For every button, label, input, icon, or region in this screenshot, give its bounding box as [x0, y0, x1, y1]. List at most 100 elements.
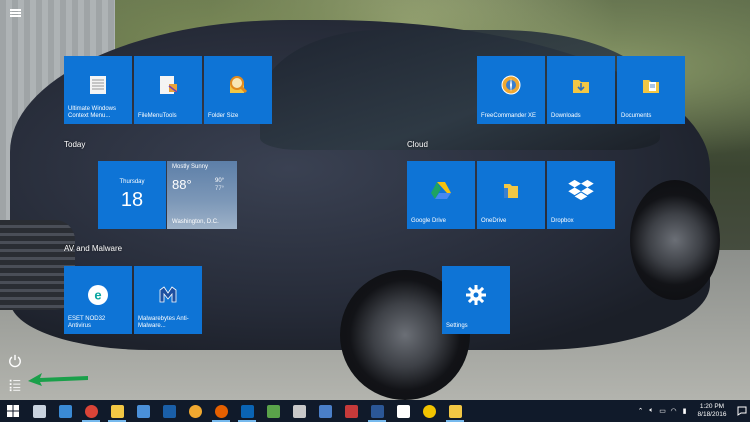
network-icon[interactable]: ▭	[657, 400, 668, 422]
green-arrow-annotation-icon	[28, 373, 88, 386]
system-tray: ⌃ 🔈︎ ▭ ◠ ▮ 1:20 PM 8/18/2016	[635, 400, 750, 422]
weather-condition: Mostly Sunny	[172, 164, 209, 170]
tile-label: Settings	[446, 323, 468, 329]
documents-folder-icon	[643, 79, 659, 93]
settings-icon	[396, 404, 410, 418]
windows-logo-icon	[7, 405, 19, 417]
weather-tile[interactable]: Mostly Sunny 88° 90° 77° Washington, D.C…	[167, 161, 237, 229]
document-list-icon	[90, 75, 106, 94]
tile-label: ESET NOD32 Antivirus	[68, 316, 106, 329]
freecommander-taskbar-button[interactable]	[182, 400, 208, 422]
store-icon	[136, 404, 150, 418]
eset-icon: e	[88, 284, 108, 305]
wifi-icon[interactable]: ◠	[668, 400, 679, 422]
outlook-icon	[240, 404, 254, 418]
notepad-taskbar-button[interactable]	[260, 400, 286, 422]
file-explorer-icon	[110, 404, 124, 418]
outlook-taskbar-button[interactable]	[234, 400, 260, 422]
chrome-icon	[84, 404, 98, 418]
tile-label: OneDrive	[481, 218, 507, 224]
calendar-tile[interactable]: Thursday 18	[98, 161, 166, 229]
tile-malwarebytes[interactable]: Malwarebytes Anti-Malware...	[134, 266, 202, 334]
filemenu-tools-icon	[160, 75, 178, 94]
edge-icon	[162, 404, 176, 418]
tile-label: Malwarebytes Anti-Malware...	[138, 316, 189, 329]
wordpad-icon	[344, 404, 358, 418]
tile-label: Folder Size	[208, 113, 239, 119]
control-panel-icon	[58, 404, 72, 418]
store-taskbar-button[interactable]	[130, 400, 156, 422]
tile-calendar-weather[interactable]: Thursday 18 Mostly Sunny 88° 90° 77° Was…	[98, 161, 237, 229]
tile-documents[interactable]: Documents	[617, 56, 685, 124]
tile-onedrive[interactable]: OneDrive	[477, 161, 545, 229]
action-center-flag-icon[interactable]: ▮	[679, 400, 690, 422]
weather-temp: 88°	[172, 177, 192, 192]
dropbox-icon	[568, 179, 594, 200]
tile-eset[interactable]: e ESET NOD32 Antivirus	[64, 266, 132, 334]
tile-filemenutools[interactable]: FileMenuTools	[134, 56, 202, 124]
start-button[interactable]	[0, 400, 26, 422]
tile-label: Dropbox	[551, 218, 574, 224]
google-drive-icon	[431, 181, 451, 199]
notepad-icon	[266, 404, 280, 418]
taskbar-clock[interactable]: 1:20 PM 8/18/2016	[690, 403, 734, 419]
hamburger-menu-icon[interactable]	[6, 4, 24, 22]
control-panel-taskbar-button[interactable]	[52, 400, 78, 422]
calendar-date: 18	[120, 189, 144, 211]
task-view-icon	[32, 404, 46, 418]
tile-ultimate-windows[interactable]: Ultimate Windows Context Menu...	[64, 56, 132, 124]
folder-taskbar-button[interactable]	[442, 400, 468, 422]
tile-google-drive[interactable]: Google Drive	[407, 161, 475, 229]
chrome-taskbar-button[interactable]	[78, 400, 104, 422]
norton-taskbar-button[interactable]	[416, 400, 442, 422]
calendar-day: Thursday	[119, 179, 145, 185]
clock-date: 8/18/2016	[697, 411, 727, 418]
clock-time: 1:20 PM	[699, 403, 725, 410]
malwarebytes-icon	[159, 285, 177, 302]
magnifier-folder-icon	[230, 75, 248, 93]
tile-dropbox[interactable]: Dropbox	[547, 161, 615, 229]
windows-media-taskbar-button[interactable]	[312, 400, 338, 422]
downloads-folder-icon	[573, 79, 589, 93]
show-hidden-icons-icon[interactable]: ⌃	[635, 400, 646, 422]
notifications-icon[interactable]	[734, 400, 750, 422]
tile-label: Downloads	[551, 113, 581, 119]
word-icon	[370, 404, 384, 418]
tile-folder-size[interactable]: Folder Size	[204, 56, 272, 124]
tile-settings[interactable]: Settings	[442, 266, 510, 334]
task-view-taskbar-button[interactable]	[26, 400, 52, 422]
freecommander-icon	[188, 404, 202, 418]
weather-location: Washington, D.C.	[172, 219, 219, 225]
group-label-today: Today	[64, 140, 86, 149]
taskbar: ⌃ 🔈︎ ▭ ◠ ▮ 1:20 PM 8/18/2016	[0, 400, 750, 422]
gear-icon	[466, 284, 486, 305]
taskbar-pinned-apps	[26, 400, 468, 422]
compass-icon	[501, 75, 521, 95]
firefox-taskbar-button[interactable]	[208, 400, 234, 422]
tile-label: FileMenuTools	[138, 113, 177, 119]
tile-label: Documents	[621, 113, 652, 119]
weather-low: 77°	[215, 186, 225, 192]
file-explorer-taskbar-button[interactable]	[104, 400, 130, 422]
norton-icon	[422, 404, 436, 418]
tile-label: Google Drive	[411, 218, 447, 224]
settings-taskbar-button[interactable]	[390, 400, 416, 422]
wordpad-taskbar-button[interactable]	[338, 400, 364, 422]
onedrive-folder-icon	[504, 183, 518, 198]
volume-icon[interactable]: 🔈︎	[646, 400, 657, 422]
tile-label: FreeCommander XE	[481, 113, 537, 119]
wallpaper-rear-wheel	[630, 180, 720, 300]
word-taskbar-button[interactable]	[364, 400, 390, 422]
all-apps-list-icon[interactable]	[6, 376, 24, 394]
tile-downloads[interactable]: Downloads	[547, 56, 615, 124]
sound-recorder-taskbar-button[interactable]	[286, 400, 312, 422]
weather-high: 90°	[215, 178, 225, 184]
tile-freecommander[interactable]: FreeCommander XE	[477, 56, 545, 124]
edge-taskbar-button[interactable]	[156, 400, 182, 422]
folder-icon	[448, 404, 462, 418]
tile-label: Ultimate Windows Context Menu...	[68, 106, 117, 119]
windows-media-icon	[318, 404, 332, 418]
power-icon[interactable]	[6, 352, 24, 370]
sound-recorder-icon	[292, 404, 306, 418]
group-label-cloud: Cloud	[407, 140, 428, 149]
